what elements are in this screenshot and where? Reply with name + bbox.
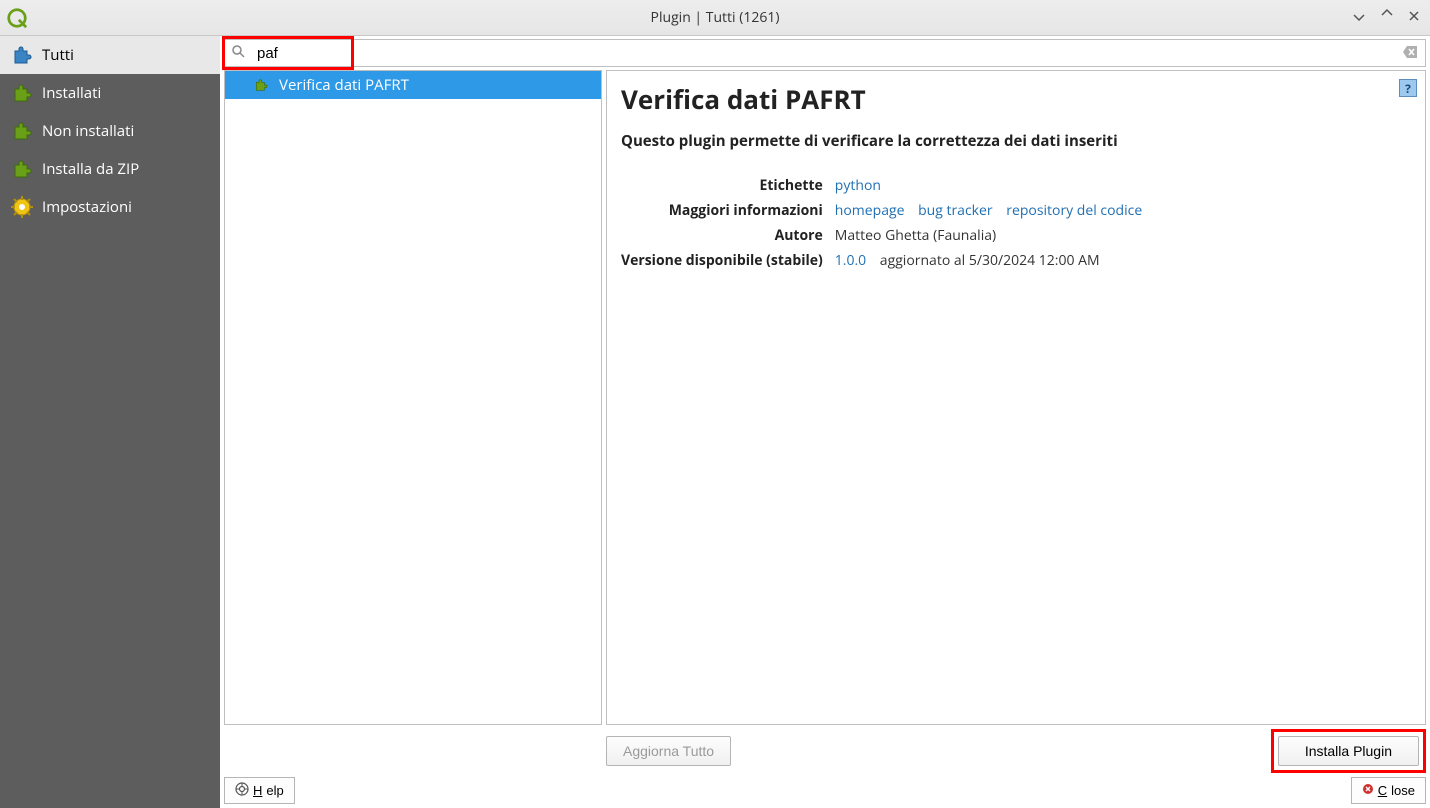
moreinfo-label: Maggiori informazioni [621,198,835,223]
search-icon [225,44,251,62]
version-label: Versione disponibile (stabile) [621,248,835,273]
search-box [224,39,1426,67]
sidebar-item-label: Installati [42,83,101,103]
highlight-install: Installa Plugin [1271,729,1426,773]
version-link[interactable]: 1.0.0 [835,251,866,270]
minimize-icon[interactable] [1352,8,1366,27]
plugin-title: Verifica dati PAFRT [621,81,1411,117]
update-all-button: Aggiorna Tutto [606,736,731,766]
author-value: Matteo Ghetta (Faunalia) [835,223,1152,248]
sidebar-item-label: Impostazioni [42,197,132,217]
result-item[interactable]: Verifica dati PAFRT [225,71,601,99]
tag-link[interactable]: python [835,176,881,195]
install-plugin-button[interactable]: Installa Plugin [1278,736,1419,766]
maximize-icon[interactable] [1380,8,1394,27]
sidebar-item-installed[interactable]: Installati [0,74,220,112]
gear-icon [10,195,34,219]
repository-link[interactable]: repository del codice [1006,201,1142,220]
help-button[interactable]: Help [224,777,295,804]
search-input[interactable] [251,43,1395,64]
sidebar-item-not-installed[interactable]: Non installati [0,112,220,150]
detail-panel: ? Verifica dati PAFRT Questo plugin perm… [606,70,1426,725]
sidebar-item-label: Tutti [42,45,74,65]
help-life-ring-icon [235,782,249,799]
close-button[interactable]: Close [1351,777,1426,804]
sidebar-item-install-zip[interactable]: Installa da ZIP [0,150,220,188]
result-item-label: Verifica dati PAFRT [279,75,409,95]
results-panel: Verifica dati PAFRT [224,70,602,725]
puzzle-zip-icon [10,157,34,181]
tags-label: Etichette [621,173,835,198]
help-icon[interactable]: ? [1399,79,1417,97]
puzzle-not-installed-icon [10,119,34,143]
sidebar-item-settings[interactable]: Impostazioni [0,188,220,226]
qgis-app-icon [6,7,28,29]
plugin-icon [253,77,269,93]
puzzle-all-icon [10,43,34,67]
close-icon[interactable] [1408,8,1420,27]
sidebar-item-label: Installa da ZIP [42,159,139,179]
sidebar-item-all[interactable]: Tutti [0,36,220,74]
bugtracker-link[interactable]: bug tracker [918,201,993,220]
version-updated: aggiornato al 5/30/2024 12:00 AM [876,251,1099,270]
window-title: Plugin | Tutti (1261) [651,8,780,27]
plugin-description: Questo plugin permette di verificare la … [621,131,1411,151]
close-red-icon [1362,783,1374,798]
clear-search-icon[interactable] [1395,44,1425,62]
author-label: Autore [621,223,835,248]
titlebar: Plugin | Tutti (1261) [0,0,1430,36]
homepage-link[interactable]: homepage [835,201,905,220]
puzzle-installed-icon [10,81,34,105]
sidebar: Tutti Installati Non installati Installa… [0,36,220,808]
sidebar-item-label: Non installati [42,121,134,141]
